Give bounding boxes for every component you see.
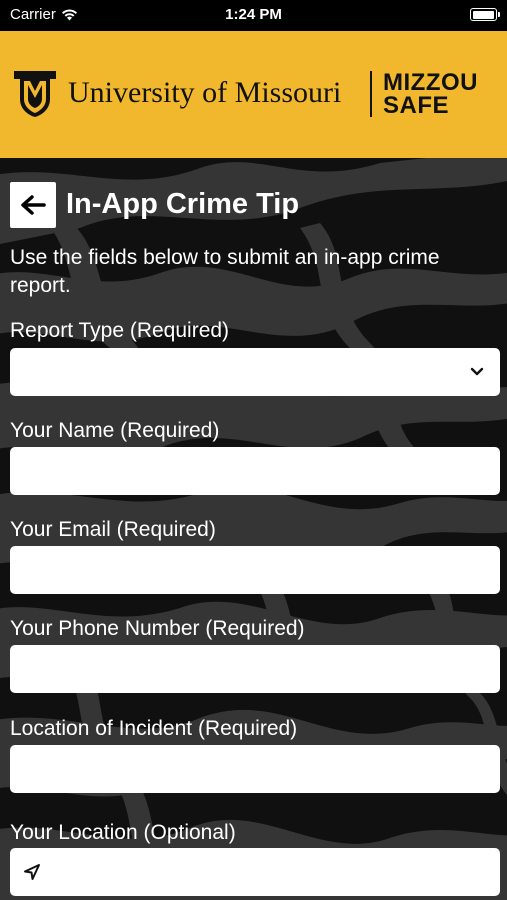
crime-tip-form: In-App Crime Tip Use the fields below to…: [0, 158, 507, 900]
report-type-select[interactable]: [10, 348, 500, 396]
university-name: University of Missouri: [68, 76, 342, 109]
brand-line-1: MIZZOU: [383, 69, 478, 96]
location-arrow-icon[interactable]: [22, 862, 42, 882]
mizzou-tiger-m-logo: [14, 71, 56, 117]
phone-input[interactable]: [10, 645, 500, 693]
name-label: Your Name (Required): [10, 419, 220, 442]
your-location-label: Your Location (Optional): [10, 821, 236, 844]
chevron-down-icon: [470, 367, 484, 376]
email-label: Your Email (Required): [10, 518, 216, 541]
back-button[interactable]: [10, 182, 56, 228]
banner-divider: [370, 71, 372, 117]
name-input[interactable]: [10, 447, 500, 495]
status-bar: Carrier 1:24 PM: [0, 0, 507, 31]
phone-label: Your Phone Number (Required): [10, 617, 305, 640]
brand-line-2: SAFE: [383, 92, 450, 119]
battery-icon: [470, 8, 500, 21]
university-banner: University of Missouri MIZZOU SAFE: [0, 31, 507, 158]
incident-location-label: Location of Incident (Required): [10, 717, 298, 740]
status-time: 1:24 PM: [225, 6, 282, 23]
mizzou-safe-brand: MIZZOU SAFE: [383, 69, 478, 119]
email-input[interactable]: [10, 546, 500, 594]
your-location-field[interactable]: [10, 848, 500, 896]
intro-text: Use the fields below to submit an in-app…: [10, 246, 440, 297]
page-title: In-App Crime Tip: [66, 188, 300, 220]
arrow-left-icon: [21, 195, 46, 215]
incident-location-input[interactable]: [10, 745, 500, 793]
report-type-label: Report Type (Required): [10, 319, 230, 342]
